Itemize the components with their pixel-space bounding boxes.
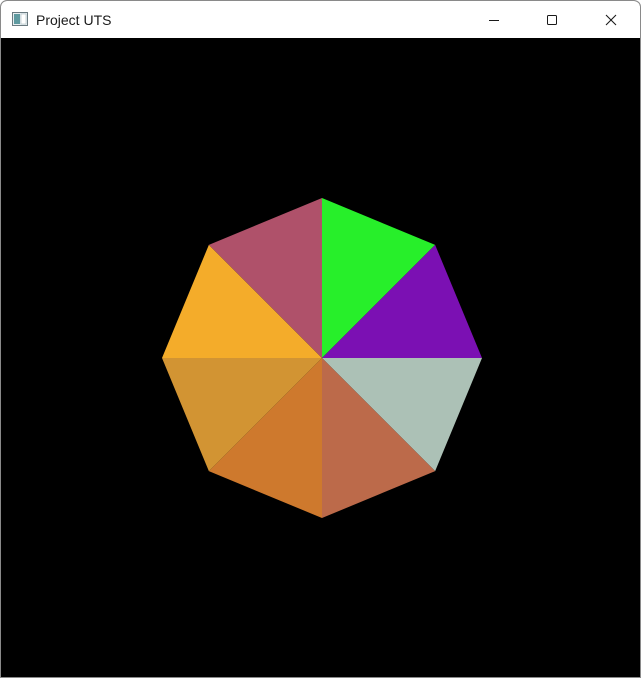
close-icon bbox=[605, 14, 617, 26]
close-button[interactable] bbox=[582, 1, 640, 38]
window-title: Project UTS bbox=[36, 12, 112, 28]
octagon-graphic bbox=[162, 198, 482, 518]
render-canvas[interactable] bbox=[1, 38, 640, 677]
minimize-icon bbox=[488, 14, 500, 26]
window-app-icon bbox=[12, 12, 28, 26]
title-bar[interactable]: Project UTS bbox=[1, 1, 640, 38]
minimize-button[interactable] bbox=[465, 1, 523, 38]
maximize-button[interactable] bbox=[523, 1, 581, 38]
app-window: Project UTS bbox=[0, 0, 641, 678]
maximize-icon bbox=[546, 14, 558, 26]
